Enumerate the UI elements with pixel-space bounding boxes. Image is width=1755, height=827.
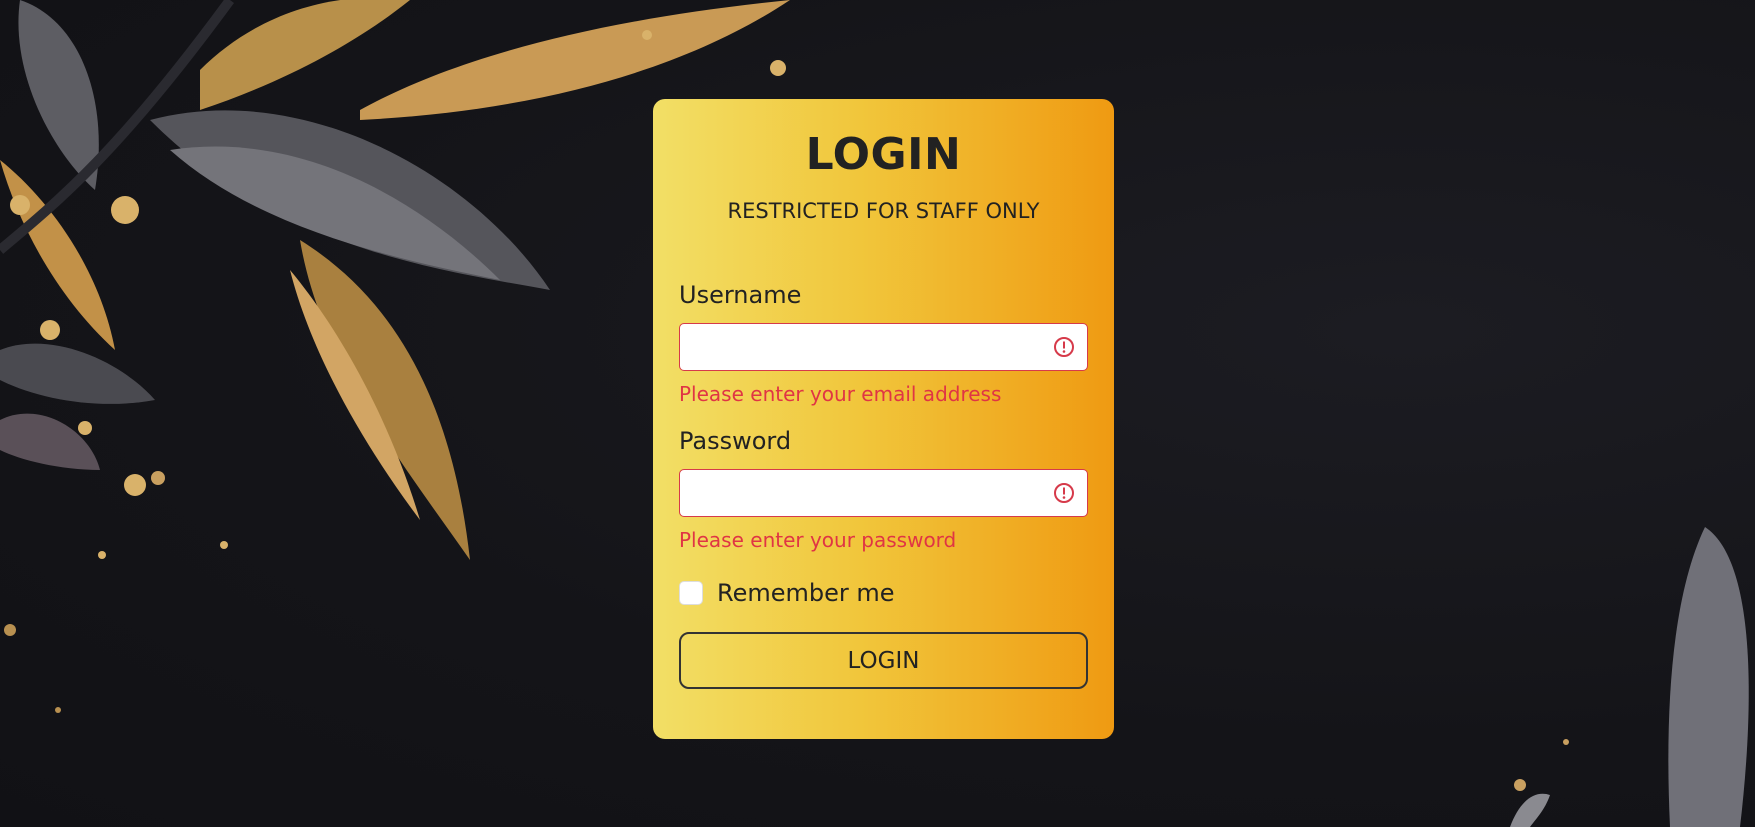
password-field-wrapper [679,469,1088,517]
remember-me-row: Remember me [679,577,1088,609]
exclamation-circle-icon [1054,483,1074,503]
password-error-message: Please enter your password [679,528,957,552]
login-button[interactable]: LOGIN [679,632,1088,689]
login-subtitle: RESTRICTED FOR STAFF ONLY [727,199,1040,223]
remember-me-checkbox[interactable] [679,581,703,605]
username-error-message: Please enter your email address [679,382,1002,406]
login-card: LOGIN RESTRICTED FOR STAFF ONLY Username… [653,99,1114,739]
username-field-wrapper [679,323,1088,371]
password-input[interactable] [679,469,1088,517]
login-page: LOGIN RESTRICTED FOR STAFF ONLY Username… [0,0,1755,827]
exclamation-circle-icon [1054,337,1074,357]
password-label: Password [679,427,792,455]
username-input[interactable] [679,323,1088,371]
remember-me-label[interactable]: Remember me [717,579,895,607]
username-label: Username [679,281,802,309]
login-title: LOGIN [805,129,962,180]
